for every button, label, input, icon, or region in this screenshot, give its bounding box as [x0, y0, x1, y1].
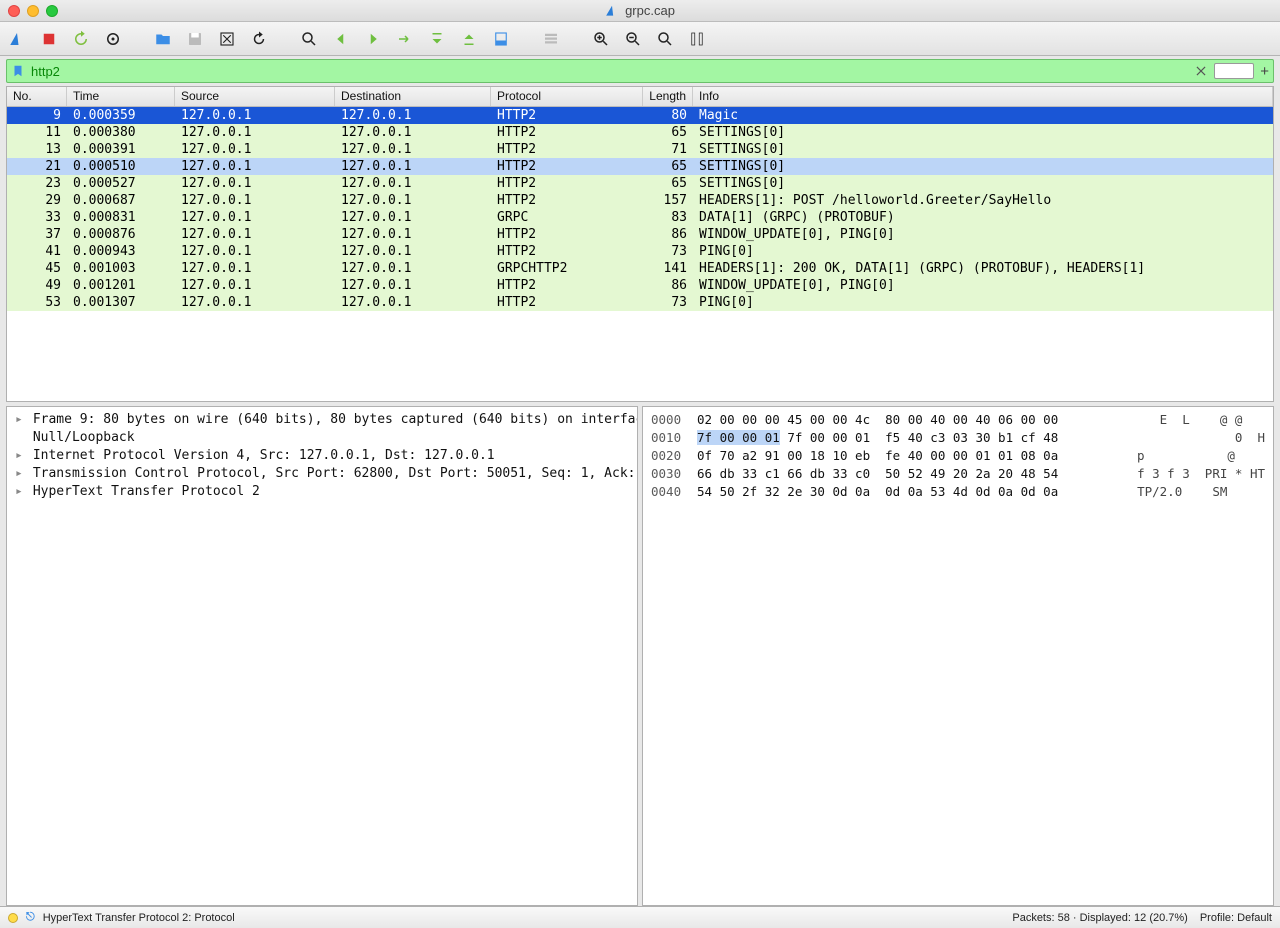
table-row[interactable]: 130.000391127.0.0.1127.0.0.1HTTP271SETTI…	[7, 141, 1273, 158]
capture-file-properties-icon[interactable]: ⎋	[26, 911, 35, 924]
column-source[interactable]: Source	[175, 87, 335, 106]
table-row[interactable]: 530.001307127.0.0.1127.0.0.1HTTP273PING[…	[7, 294, 1273, 311]
table-row[interactable]: 450.001003127.0.0.1127.0.0.1GRPCHTTP2141…	[7, 260, 1273, 277]
hex-line[interactable]: 00200f 70 a2 91 00 18 10 eb fe 40 00 00 …	[651, 447, 1265, 465]
packet-list-pane: No. Time Source Destination Protocol Len…	[6, 86, 1274, 402]
filter-expression-dropdown[interactable]	[1214, 63, 1254, 79]
column-no[interactable]: No.	[7, 87, 67, 106]
window-controls	[8, 5, 58, 17]
save-file-button[interactable]	[184, 28, 206, 50]
status-left-text: HyperText Transfer Protocol 2: Protocol	[43, 912, 235, 924]
zoom-reset-button[interactable]	[654, 28, 676, 50]
hex-line[interactable]: 00107f 00 00 01 7f 00 00 01 f5 40 c3 03 …	[651, 429, 1265, 447]
details-line[interactable]: ▸ Transmission Control Protocol, Src Por…	[15, 465, 629, 483]
main-toolbar	[0, 22, 1280, 56]
add-filter-button[interactable]: +	[1260, 63, 1269, 80]
hex-line[interactable]: 003066 db 33 c1 66 db 33 c0 50 52 49 20 …	[651, 465, 1265, 483]
expand-icon[interactable]: ▸	[15, 447, 25, 465]
table-row[interactable]: 210.000510127.0.0.1127.0.0.1HTTP265SETTI…	[7, 158, 1273, 175]
column-time[interactable]: Time	[67, 87, 175, 106]
packet-details-pane[interactable]: ▸ Frame 9: 80 bytes on wire (640 bits), …	[6, 406, 638, 906]
expand-icon[interactable]: ▸	[15, 411, 25, 429]
column-length[interactable]: Length	[643, 87, 693, 106]
bookmark-icon[interactable]	[11, 64, 25, 78]
go-last-button[interactable]	[458, 28, 480, 50]
wireshark-icon	[605, 4, 619, 18]
table-row[interactable]: 370.000876127.0.0.1127.0.0.1HTTP286WINDO…	[7, 226, 1273, 243]
zoom-in-button[interactable]	[590, 28, 612, 50]
column-protocol[interactable]: Protocol	[491, 87, 643, 106]
details-line[interactable]: ▸ HyperText Transfer Protocol 2	[15, 483, 629, 501]
table-row[interactable]: 490.001201127.0.0.1127.0.0.1HTTP286WINDO…	[7, 277, 1273, 294]
expert-info-icon[interactable]	[8, 913, 18, 923]
status-packet-count: Packets: 58 · Displayed: 12 (20.7%)	[1012, 912, 1187, 924]
packet-list-body[interactable]: 90.000359127.0.0.1127.0.0.1HTTP280Magic1…	[7, 107, 1273, 401]
restart-capture-button[interactable]	[70, 28, 92, 50]
stop-capture-button[interactable]	[38, 28, 60, 50]
clear-filter-button[interactable]	[1194, 64, 1208, 78]
table-row[interactable]: 110.000380127.0.0.1127.0.0.1HTTP265SETTI…	[7, 124, 1273, 141]
table-row[interactable]: 290.000687127.0.0.1127.0.0.1HTTP2157HEAD…	[7, 192, 1273, 209]
zoom-out-button[interactable]	[622, 28, 644, 50]
go-forward-button[interactable]	[362, 28, 384, 50]
packet-bytes-pane[interactable]: 000002 00 00 00 45 00 00 4c 80 00 40 00 …	[642, 406, 1274, 906]
display-filter-input[interactable]	[29, 62, 1188, 81]
go-back-button[interactable]	[330, 28, 352, 50]
hex-line[interactable]: 004054 50 2f 32 2e 30 0d 0a 0d 0a 53 4d …	[651, 483, 1265, 501]
details-line[interactable]: ▸ Frame 9: 80 bytes on wire (640 bits), …	[15, 411, 629, 429]
details-line[interactable]: Null/Loopback	[15, 429, 629, 447]
titlebar: grpc.cap	[0, 0, 1280, 22]
start-capture-button[interactable]	[6, 28, 28, 50]
colorize-button[interactable]	[540, 28, 562, 50]
zoom-window-button[interactable]	[46, 5, 58, 17]
display-filter-bar: +	[6, 59, 1274, 83]
table-row[interactable]: 230.000527127.0.0.1127.0.0.1HTTP265SETTI…	[7, 175, 1273, 192]
expand-icon[interactable]: ▸	[15, 465, 25, 483]
resize-columns-button[interactable]	[686, 28, 708, 50]
status-bar: ⎋ HyperText Transfer Protocol 2: Protoco…	[0, 906, 1280, 928]
details-line[interactable]: ▸ Internet Protocol Version 4, Src: 127.…	[15, 447, 629, 465]
packet-list-header[interactable]: No. Time Source Destination Protocol Len…	[7, 87, 1273, 107]
table-row[interactable]: 90.000359127.0.0.1127.0.0.1HTTP280Magic	[7, 107, 1273, 124]
hex-line[interactable]: 000002 00 00 00 45 00 00 4c 80 00 40 00 …	[651, 411, 1265, 429]
status-profile[interactable]: Profile: Default	[1200, 912, 1272, 924]
window-title: grpc.cap	[0, 3, 1280, 18]
open-file-button[interactable]	[152, 28, 174, 50]
close-window-button[interactable]	[8, 5, 20, 17]
auto-scroll-button[interactable]	[490, 28, 512, 50]
go-first-button[interactable]	[426, 28, 448, 50]
reload-file-button[interactable]	[248, 28, 270, 50]
column-info[interactable]: Info	[693, 87, 1273, 106]
close-file-button[interactable]	[216, 28, 238, 50]
lower-panes: ▸ Frame 9: 80 bytes on wire (640 bits), …	[6, 406, 1274, 906]
column-destination[interactable]: Destination	[335, 87, 491, 106]
table-row[interactable]: 330.000831127.0.0.1127.0.0.1GRPC83DATA[1…	[7, 209, 1273, 226]
find-packet-button[interactable]	[298, 28, 320, 50]
capture-options-button[interactable]	[102, 28, 124, 50]
expand-icon[interactable]: ▸	[15, 483, 25, 501]
table-row[interactable]: 410.000943127.0.0.1127.0.0.1HTTP273PING[…	[7, 243, 1273, 260]
go-to-packet-button[interactable]	[394, 28, 416, 50]
minimize-window-button[interactable]	[27, 5, 39, 17]
title-text: grpc.cap	[625, 3, 675, 18]
